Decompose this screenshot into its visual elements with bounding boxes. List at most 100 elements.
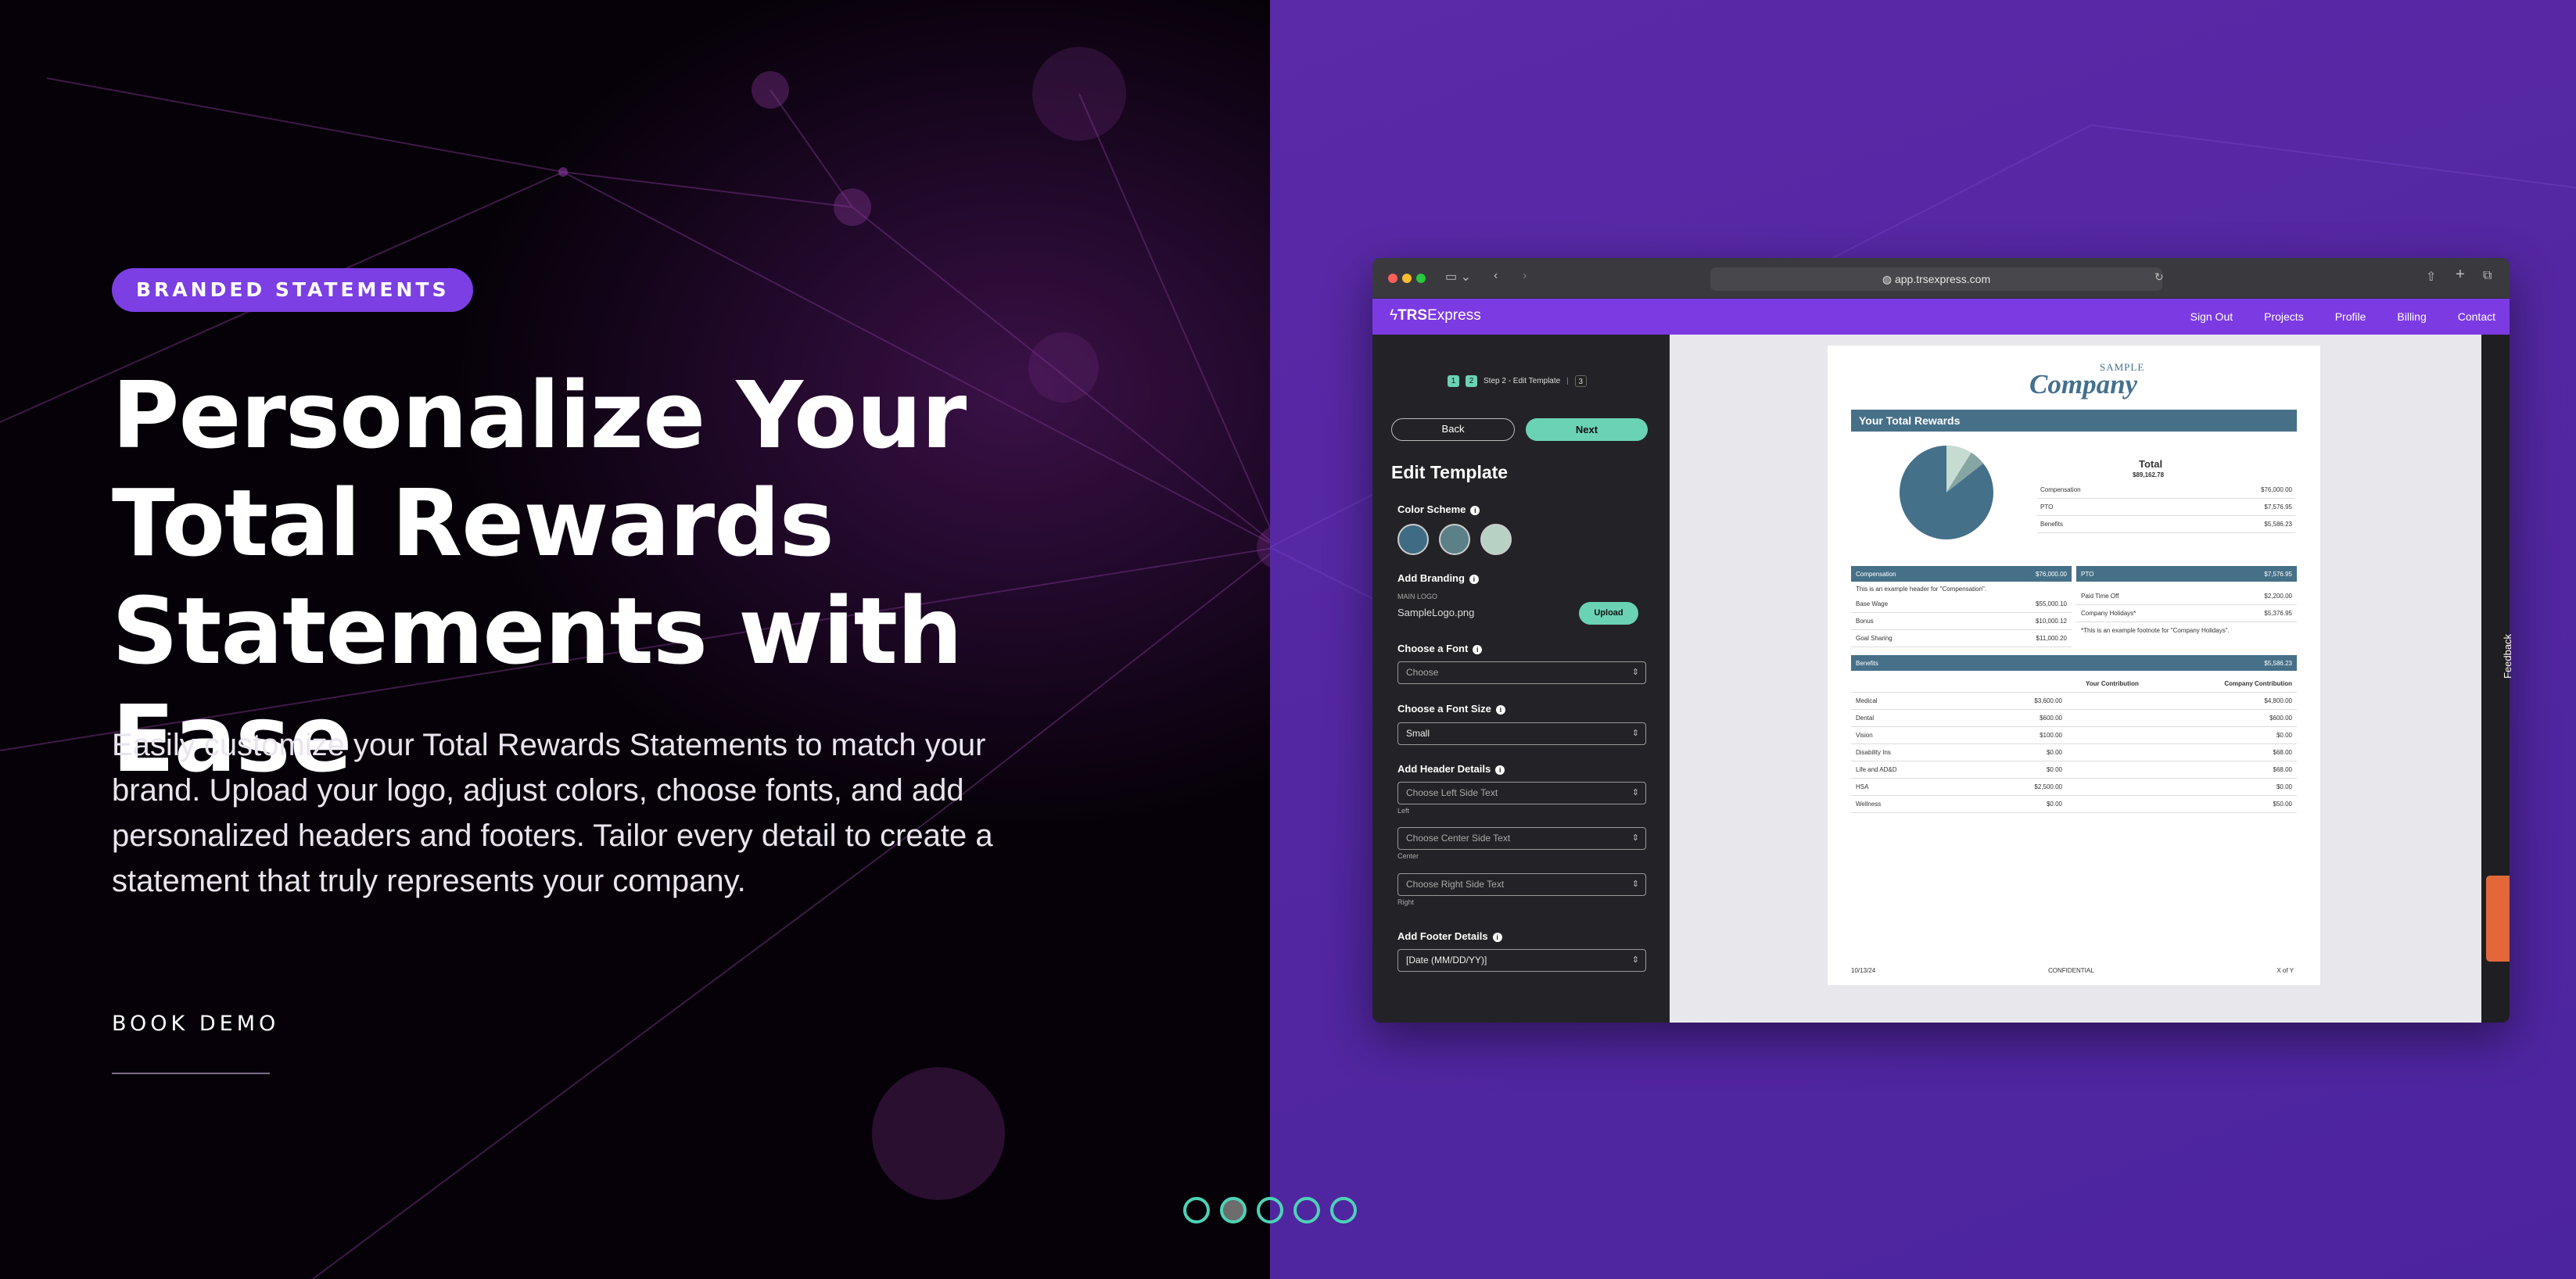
- slide-dot-active[interactable]: [1220, 1197, 1247, 1223]
- nav-profile[interactable]: Profile: [2335, 310, 2366, 323]
- next-button[interactable]: Next: [1526, 418, 1648, 441]
- header-left-select[interactable]: Choose Left Side Text: [1397, 782, 1646, 804]
- logo-rest: Express: [1427, 307, 1481, 324]
- section-badge: BRANDED STATEMENTS: [112, 268, 474, 312]
- table-cell: Dental: [1856, 715, 1875, 722]
- nav-contact[interactable]: Contact: [2458, 310, 2495, 323]
- compensation-header: Compensation $76,000.00: [1851, 566, 2072, 582]
- header-center-select[interactable]: Choose Center Side Text: [1397, 827, 1646, 850]
- legend-row: Compensation $76,000.00: [2037, 482, 2295, 499]
- feedback-tab[interactable]: [2486, 876, 2510, 962]
- color-scheme-label: Color Scheme i: [1397, 503, 1480, 515]
- bolt-icon: ϟ: [1390, 307, 1398, 324]
- table-cell: $0.00: [2276, 783, 2292, 790]
- font-size-select[interactable]: Small: [1397, 722, 1646, 745]
- footer-right-text: X of Y: [2276, 967, 2294, 974]
- table-cell: Wellness: [1856, 801, 1882, 808]
- info-icon[interactable]: i: [1473, 644, 1483, 654]
- trs-logo[interactable]: ϟTRSExpress: [1390, 307, 1481, 324]
- table-row: Life and AD&D $0.00 $68.00: [1851, 761, 2297, 779]
- feedback-label[interactable]: Feedback: [2502, 634, 2513, 679]
- forward-arrow-icon[interactable]: ›: [1523, 269, 1527, 283]
- legend-row: PTO $7,576.95: [2037, 499, 2295, 516]
- table-row: Disability Ins $0.00 $68.00: [1851, 744, 2297, 761]
- slide-dot[interactable]: [1257, 1197, 1283, 1223]
- color-swatch-primary[interactable]: [1397, 524, 1429, 555]
- table-cell: $50.00: [2273, 801, 2292, 808]
- nav-billing[interactable]: Billing: [2397, 310, 2426, 323]
- info-icon[interactable]: i: [1492, 932, 1502, 942]
- table-cell: $100.00: [2040, 732, 2062, 739]
- slide-dot[interactable]: [1293, 1197, 1320, 1223]
- table-cell: $68.00: [2273, 766, 2292, 773]
- step-indicator: 1 2 Step 2 - Edit Template | 3: [1448, 375, 1587, 387]
- table-cell: Disability Ins: [1856, 749, 1891, 756]
- color-swatch-secondary[interactable]: [1439, 524, 1470, 555]
- table-cell: HSA: [1856, 783, 1869, 790]
- main-logo-caption: MAIN LOGO: [1397, 593, 1438, 600]
- rewards-pie-chart: [1900, 445, 1993, 539]
- book-demo-link[interactable]: BOOK DEMO: [112, 1012, 279, 1036]
- slide-dot[interactable]: [1183, 1197, 1210, 1223]
- zoom-window-button[interactable]: [1416, 274, 1426, 283]
- info-icon[interactable]: i: [1470, 505, 1480, 515]
- editor-sidebar: 1 2 Step 2 - Edit Template | 3 Back Next…: [1372, 335, 1670, 1023]
- table-cell: $0.00: [2046, 749, 2062, 756]
- nav-projects[interactable]: Projects: [2264, 310, 2304, 323]
- slide-pagination: [1183, 1197, 1357, 1223]
- benefits-column-headers: Your Contribution Company Contribution: [1851, 675, 2297, 693]
- close-window-button[interactable]: [1388, 274, 1397, 283]
- step-divider: |: [1566, 377, 1569, 385]
- back-arrow-icon[interactable]: ‹: [1494, 269, 1498, 283]
- step-1[interactable]: 1: [1448, 375, 1459, 387]
- step-3[interactable]: 3: [1574, 375, 1587, 387]
- footer-center-text: CONFIDENTIAL: [2048, 967, 2094, 974]
- table-cell: $600.00: [2040, 715, 2062, 722]
- share-icon[interactable]: ⇧: [2426, 269, 2436, 285]
- font-label: Choose a Font i: [1397, 643, 1483, 654]
- pto-header: PTO $7,576.95: [2076, 566, 2297, 582]
- footer-left-select[interactable]: [Date (MM/DD/YY)]: [1397, 949, 1646, 972]
- new-tab-icon[interactable]: +: [2456, 266, 2465, 284]
- total-label: Total: [2139, 458, 2163, 470]
- table-row: Vision $100.00 $0.00: [1851, 727, 2297, 744]
- info-icon[interactable]: i: [1495, 704, 1505, 715]
- font-select[interactable]: Choose: [1397, 661, 1646, 684]
- sidebar-toggle-icon[interactable]: ▭ ⌄: [1445, 269, 1471, 285]
- table-cell: $68.00: [2273, 749, 2292, 756]
- upload-button[interactable]: Upload: [1579, 602, 1638, 625]
- table-row: Base Wage $55,000.10: [1851, 596, 2072, 613]
- table-cell: $0.00: [2046, 801, 2062, 808]
- slide-dot[interactable]: [1330, 1197, 1357, 1223]
- table-cell: $0.00: [2046, 766, 2062, 773]
- info-icon[interactable]: i: [1469, 574, 1479, 584]
- info-icon[interactable]: i: [1495, 765, 1505, 775]
- step-2[interactable]: 2: [1466, 375, 1477, 387]
- header-right-select[interactable]: Choose Right Side Text: [1397, 873, 1646, 896]
- compensation-note: This is an example header for "Compensat…: [1856, 586, 1987, 593]
- color-swatch-tertiary[interactable]: [1480, 524, 1512, 555]
- back-button[interactable]: Back: [1391, 418, 1515, 441]
- app-header: ϟTRSExpress Sign Out Projects Profile Bi…: [1372, 299, 2510, 335]
- main-nav: Sign Out Projects Profile Billing Contac…: [2190, 299, 2495, 335]
- address-bar[interactable]: ◍ app.trsexpress.com: [1710, 267, 2162, 291]
- table-cell: $3,600.00: [2034, 697, 2062, 704]
- minimize-window-button[interactable]: [1402, 274, 1412, 283]
- nav-sign-out[interactable]: Sign Out: [2190, 310, 2233, 323]
- table-row: Goal Sharing $11,000.20: [1851, 630, 2072, 647]
- statement-page: SAMPLE Company Your Total Rewards Total …: [1828, 346, 2320, 985]
- header-center-caption: Center: [1397, 852, 1419, 860]
- table-cell: $4,800.00: [2264, 697, 2292, 704]
- table-cell: Medical: [1856, 697, 1878, 704]
- statement-preview: SAMPLE Company Your Total Rewards Total …: [1670, 335, 2481, 1023]
- table-cell: Life and AD&D: [1856, 766, 1897, 773]
- table-cell: Vision: [1856, 732, 1873, 739]
- cta-underline: [112, 1073, 270, 1074]
- hero-panel: BRANDED STATEMENTS Personalize Your Tota…: [0, 0, 1270, 1279]
- header-left-caption: Left: [1397, 807, 1410, 815]
- lock-icon: ◍: [1882, 273, 1895, 285]
- reload-icon[interactable]: ↻: [2154, 270, 2164, 284]
- tabs-overview-icon[interactable]: ⧉: [2483, 269, 2492, 283]
- footer-details-label: Add Footer Details i: [1397, 930, 1502, 942]
- legend-row: Benefits $5,586.23: [2037, 516, 2295, 533]
